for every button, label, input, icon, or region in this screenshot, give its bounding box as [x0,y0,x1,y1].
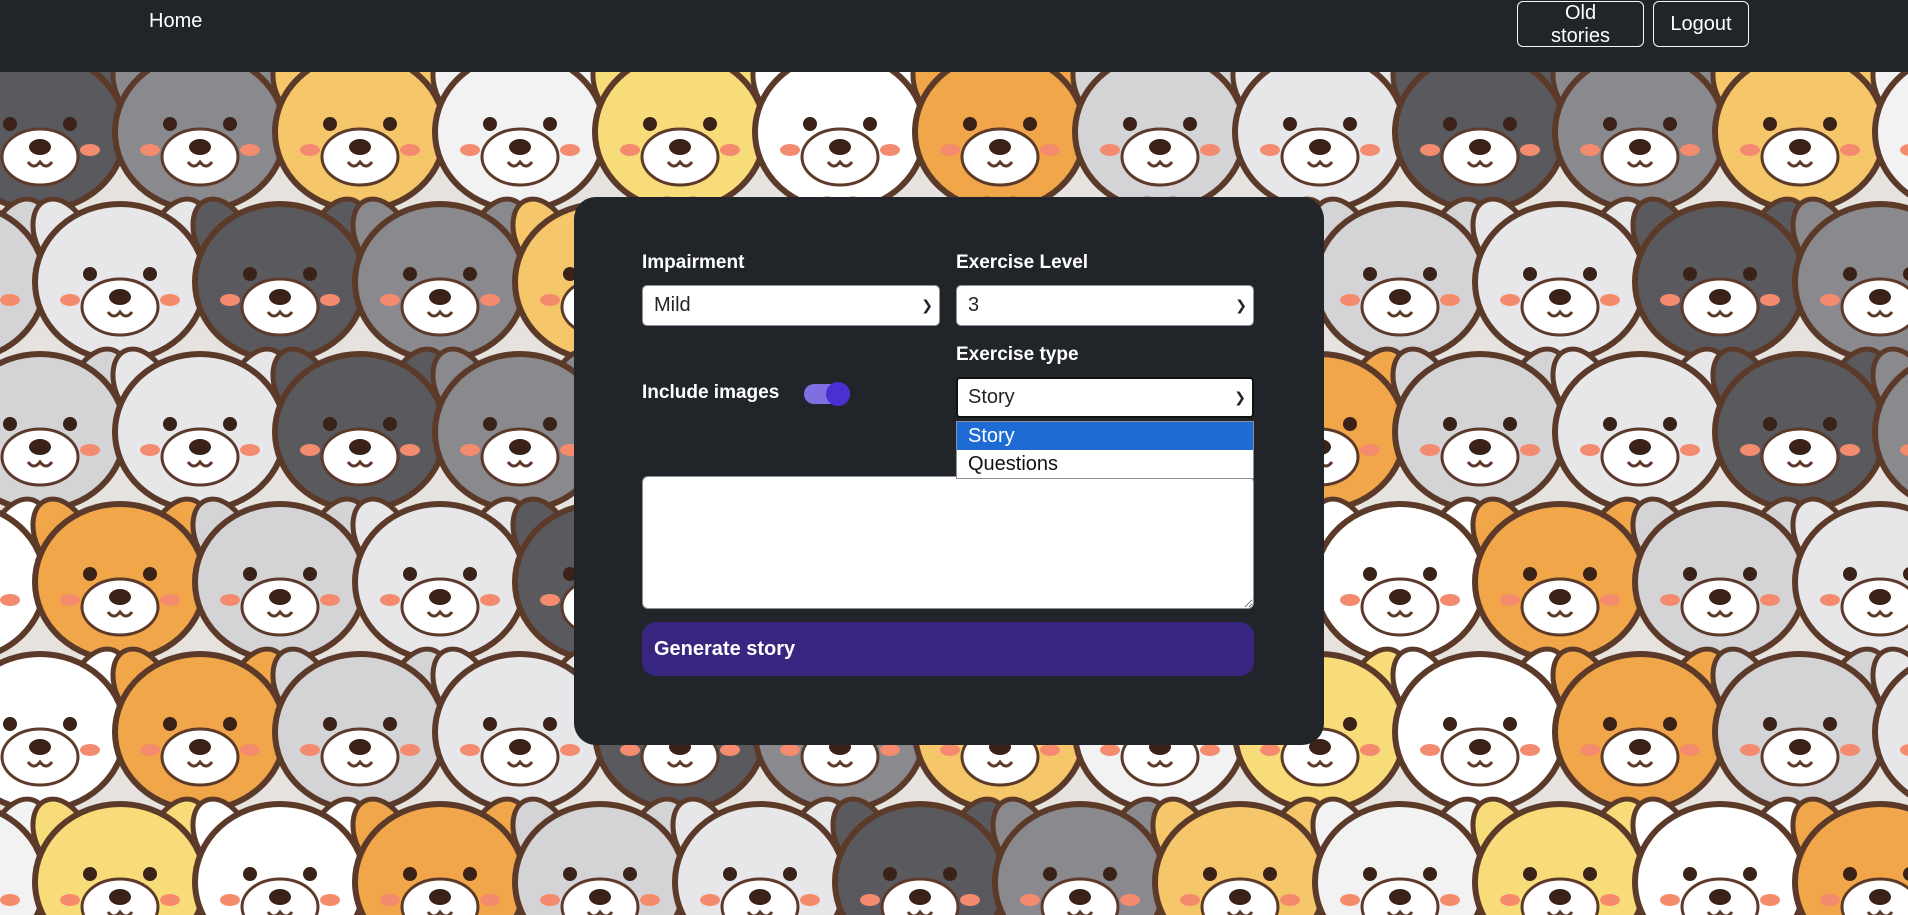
exercise-level-label: Exercise Level [956,252,1089,273]
generate-story-button[interactable]: Generate story [642,622,1254,676]
option-story[interactable]: Story [957,422,1253,450]
include-images-label: Include images [642,382,780,403]
exercise-type-dropdown: Story Questions [956,421,1254,479]
chevron-down-icon: ❯ [1235,297,1247,313]
impairment-label: Impairment [642,252,745,273]
chevron-down-icon: ❯ [921,297,933,313]
story-form-card: Impairment Mild ❯ Exercise Level 3 ❯ Inc… [574,197,1324,745]
logout-button[interactable]: Logout [1653,1,1749,47]
impairment-select[interactable]: Mild ❯ [642,285,940,326]
impairment-value: Mild [654,294,691,316]
top-navbar: Home Old stories Logout [0,0,1908,72]
exercise-level-value: 3 [968,294,980,316]
chevron-down-icon: ❯ [1234,389,1246,405]
include-images-toggle[interactable] [804,382,850,406]
exercise-level-select[interactable]: 3 ❯ [956,285,1254,326]
old-stories-button[interactable]: Old stories [1517,1,1644,47]
exercise-type-value: Story [968,386,1015,408]
option-questions[interactable]: Questions [957,450,1253,478]
exercise-type-label: Exercise type [956,344,1079,365]
home-link[interactable]: Home [149,10,202,33]
exercise-type-select[interactable]: Story ❯ [956,377,1254,418]
story-textarea[interactable] [642,476,1254,609]
toggle-knob [826,382,850,406]
